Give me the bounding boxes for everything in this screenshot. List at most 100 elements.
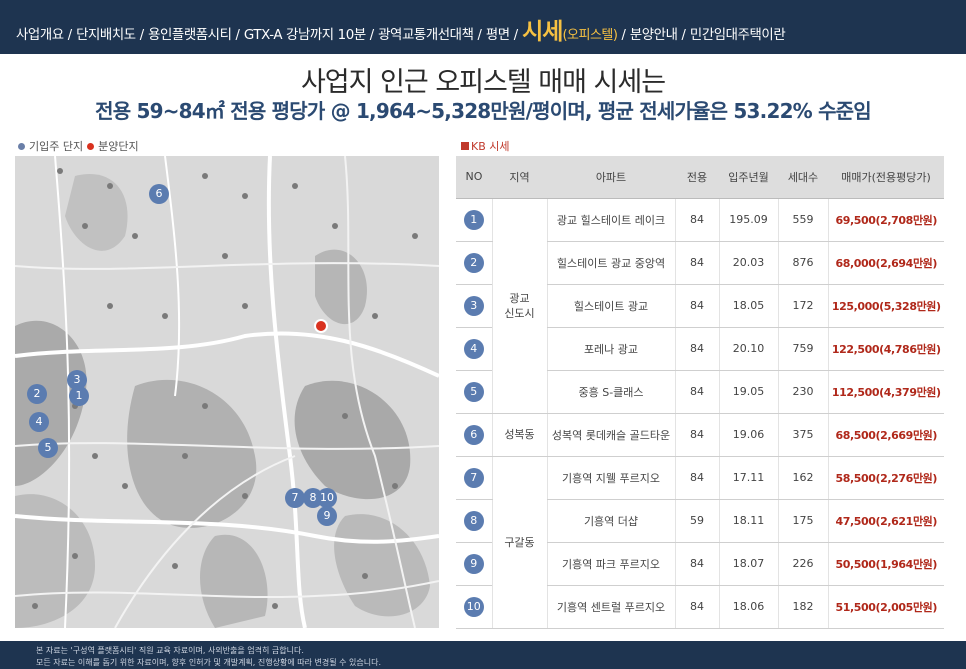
row-number-badge: 4: [463, 338, 484, 359]
row-no-cell: 10: [456, 585, 492, 629]
area-cell: 84: [674, 542, 719, 586]
units-cell: 226: [777, 542, 828, 586]
nav-separator: /: [139, 28, 145, 43]
region-name: 구갈동: [504, 535, 535, 549]
apartment-name: 기흥역 지웰 푸르지오: [546, 456, 675, 500]
row-number-badge: 6: [463, 424, 484, 445]
legend-sale-label: 분양단지: [98, 140, 139, 153]
footer-line-2: 모든 자료는 이해를 돕기 위한 자료이며, 향후 인허가 및 개발계획, 진행…: [36, 658, 381, 667]
region-name: 성복동: [504, 428, 535, 441]
move-in-cell: 18.06: [718, 585, 778, 629]
page-subtitle: 전용 59~84㎡ 전용 평당가 @ 1,964~5,328만원/평이며, 평균…: [95, 99, 872, 123]
move-in-cell: 18.05: [718, 284, 778, 328]
apartment-name: 힐스테이트 광교: [546, 284, 675, 328]
apartment-name: 기흥역 센트럴 푸르지오: [546, 585, 675, 629]
region-name-line2: 신도시: [504, 306, 535, 320]
kb-square-icon: [461, 142, 469, 150]
move-in-cell: 18.07: [718, 542, 778, 586]
kb-price-text: KB 시세: [471, 140, 510, 153]
price-cell: 69,500(2,708만원): [827, 198, 944, 242]
nav-item-transport[interactable]: 광역교통개선대책: [378, 23, 474, 43]
apartment-name: 기흥역 파크 푸르지오: [546, 542, 675, 586]
table-row: 6 성복동 성복역 롯데캐슬 골드타운 84 19.06 375 68,500(…: [456, 413, 944, 457]
row-no-cell: 3: [456, 284, 492, 328]
sale-complex-dot-icon: [87, 142, 95, 150]
col-header-price: 매매가(전용평당가): [828, 156, 944, 199]
nav-item-site-plan[interactable]: 단지배치도: [76, 23, 136, 43]
price-cell: 51,500(2,005만원): [827, 585, 944, 629]
row-no-cell: 4: [456, 327, 492, 371]
apartment-name: 중흥 S-클래스: [546, 370, 675, 414]
price-cell: 125,000(5,328만원): [827, 284, 944, 328]
row-no-cell: 9: [456, 542, 492, 586]
map-marker-9[interactable]: 9: [317, 506, 337, 526]
apartment-name: 힐스테이트 광교 중앙역: [546, 241, 675, 285]
price-cell: 112,500(4,379만원): [827, 370, 944, 414]
row-no-cell: 5: [456, 370, 492, 414]
nav-items: 사업개요 / 단지배치도 / 용인플랫폼시티 / GTX-A 강남까지 10분 …: [16, 12, 786, 52]
move-in-cell: 19.05: [718, 370, 778, 414]
nav-item-gtx[interactable]: GTX-A 강남까지 10분: [244, 23, 366, 43]
map-marker-5[interactable]: 5: [38, 438, 58, 458]
nav-item-sale-info[interactable]: 분양안내: [630, 23, 678, 43]
units-cell: 162: [777, 456, 828, 500]
col-header-apartment: 아파트: [547, 156, 675, 199]
kb-price-table: NO 지역 아파트 전용 입주년월 세대수 매매가(전용평당가) 1 광교 신도시…: [456, 156, 944, 629]
area-cell: 84: [674, 327, 719, 371]
row-no-cell: 7: [456, 456, 492, 500]
row-number-badge: 7: [463, 467, 484, 488]
row-number-badge: 3: [463, 295, 484, 316]
footer-disclaimer: 본 자료는 '구성역 플랫폼시티' 직원 교육 자료이며, 사외반출을 엄격히 …: [0, 641, 966, 669]
area-cell: 84: [674, 456, 719, 500]
map-marker-10[interactable]: 10: [317, 488, 337, 508]
nav-item-floorplan[interactable]: 평면: [486, 23, 510, 43]
page-title: 사업지 인근 오피스텔 매매 시세는: [300, 67, 666, 98]
apartment-name: 기흥역 더샵: [546, 499, 675, 543]
map-legend: 기입주 단지 분양단지: [18, 138, 143, 154]
location-map[interactable]: 6 3 2 1 4 5 7 8 10 9: [15, 156, 439, 628]
kb-price-label: KB 시세: [461, 138, 510, 154]
map-marker-7[interactable]: 7: [285, 488, 305, 508]
map-marker-2[interactable]: 2: [27, 384, 47, 404]
nav-item-platform-city[interactable]: 용인플랫폼시티: [148, 23, 232, 43]
nav-item-market-price[interactable]: 시세(오피스텔): [522, 12, 618, 46]
row-number-badge: 9: [463, 553, 484, 574]
nav-item-rental[interactable]: 민간임대주택이란: [690, 23, 786, 43]
move-in-cell: 20.10: [718, 327, 778, 371]
existing-complex-dot-icon: [18, 142, 25, 150]
map-marker-4[interactable]: 4: [29, 412, 49, 432]
col-header-no: NO: [456, 156, 492, 199]
area-cell: 84: [674, 241, 719, 285]
map-marker-1[interactable]: 1: [69, 386, 89, 406]
nav-separator: /: [681, 28, 686, 43]
row-no-cell: 1: [456, 198, 492, 242]
area-cell: 84: [674, 370, 719, 414]
move-in-cell: 20.03: [718, 241, 778, 285]
nav-item-overview[interactable]: 사업개요: [16, 23, 64, 43]
units-cell: 175: [777, 499, 828, 543]
units-cell: 876: [777, 241, 828, 285]
move-in-cell: 18.11: [718, 499, 778, 543]
col-header-move-in: 입주년월: [719, 156, 778, 199]
apartment-name: 성복역 롯데캐슬 골드타운: [546, 413, 675, 457]
map-marker-6[interactable]: 6: [149, 184, 169, 204]
area-cell: 84: [674, 413, 719, 457]
area-cell: 84: [674, 284, 719, 328]
price-cell: 68,000(2,694만원): [827, 241, 944, 285]
nav-item-market-price-sub: (오피스텔): [562, 28, 618, 43]
region-name: 광교: [509, 291, 530, 305]
apartment-name: 포레나 광교: [546, 327, 675, 371]
region-cell: 구갈동: [491, 456, 547, 629]
legend-existing-label: 기입주 단지: [29, 140, 84, 153]
table-row: 1 광교 신도시 광교 힐스테이트 레이크 84 195.09 559 69,50…: [456, 198, 944, 414]
price-cell: 47,500(2,621만원): [827, 499, 944, 543]
units-cell: 559: [777, 198, 828, 242]
nav-separator: /: [67, 28, 73, 43]
row-number-badge: 10: [463, 596, 484, 617]
price-cell: 58,500(2,276만원): [827, 456, 944, 500]
row-no-cell: 8: [456, 499, 492, 543]
nav-item-market-price-label: 시세: [522, 19, 563, 45]
region-cell: 광교 신도시: [491, 198, 547, 414]
nav-separator: /: [621, 28, 626, 43]
move-in-cell: 17.11: [718, 456, 778, 500]
